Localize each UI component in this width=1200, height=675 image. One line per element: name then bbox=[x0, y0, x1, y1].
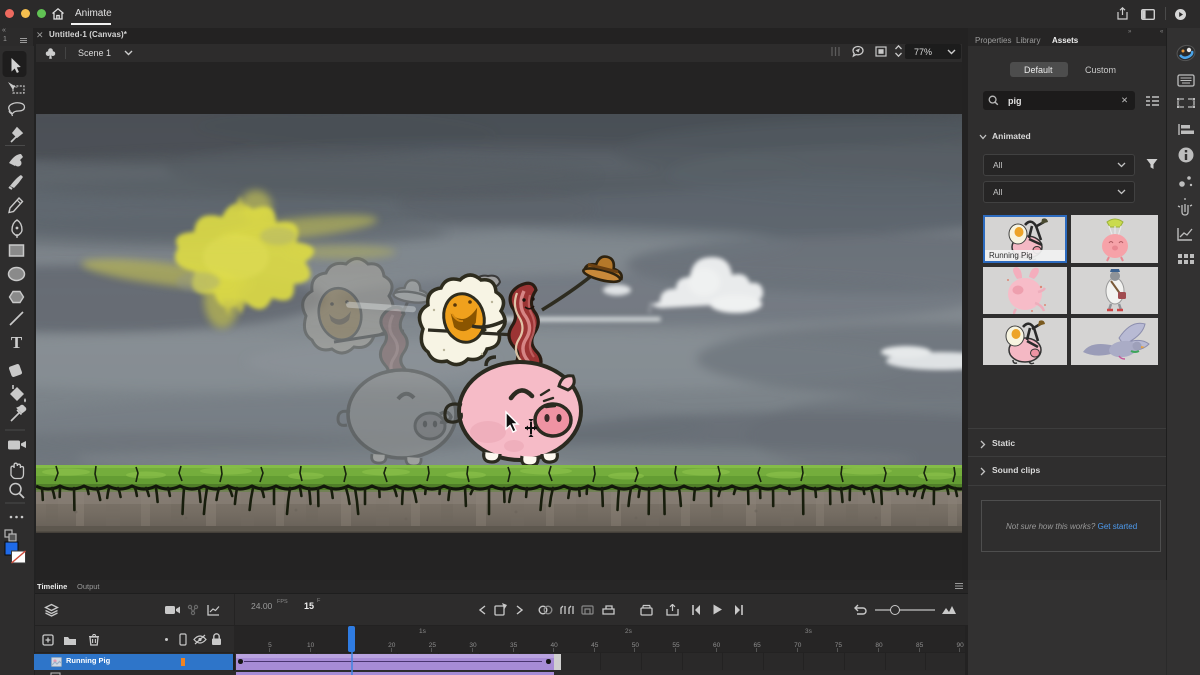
svg-text:T: T bbox=[11, 333, 23, 352]
